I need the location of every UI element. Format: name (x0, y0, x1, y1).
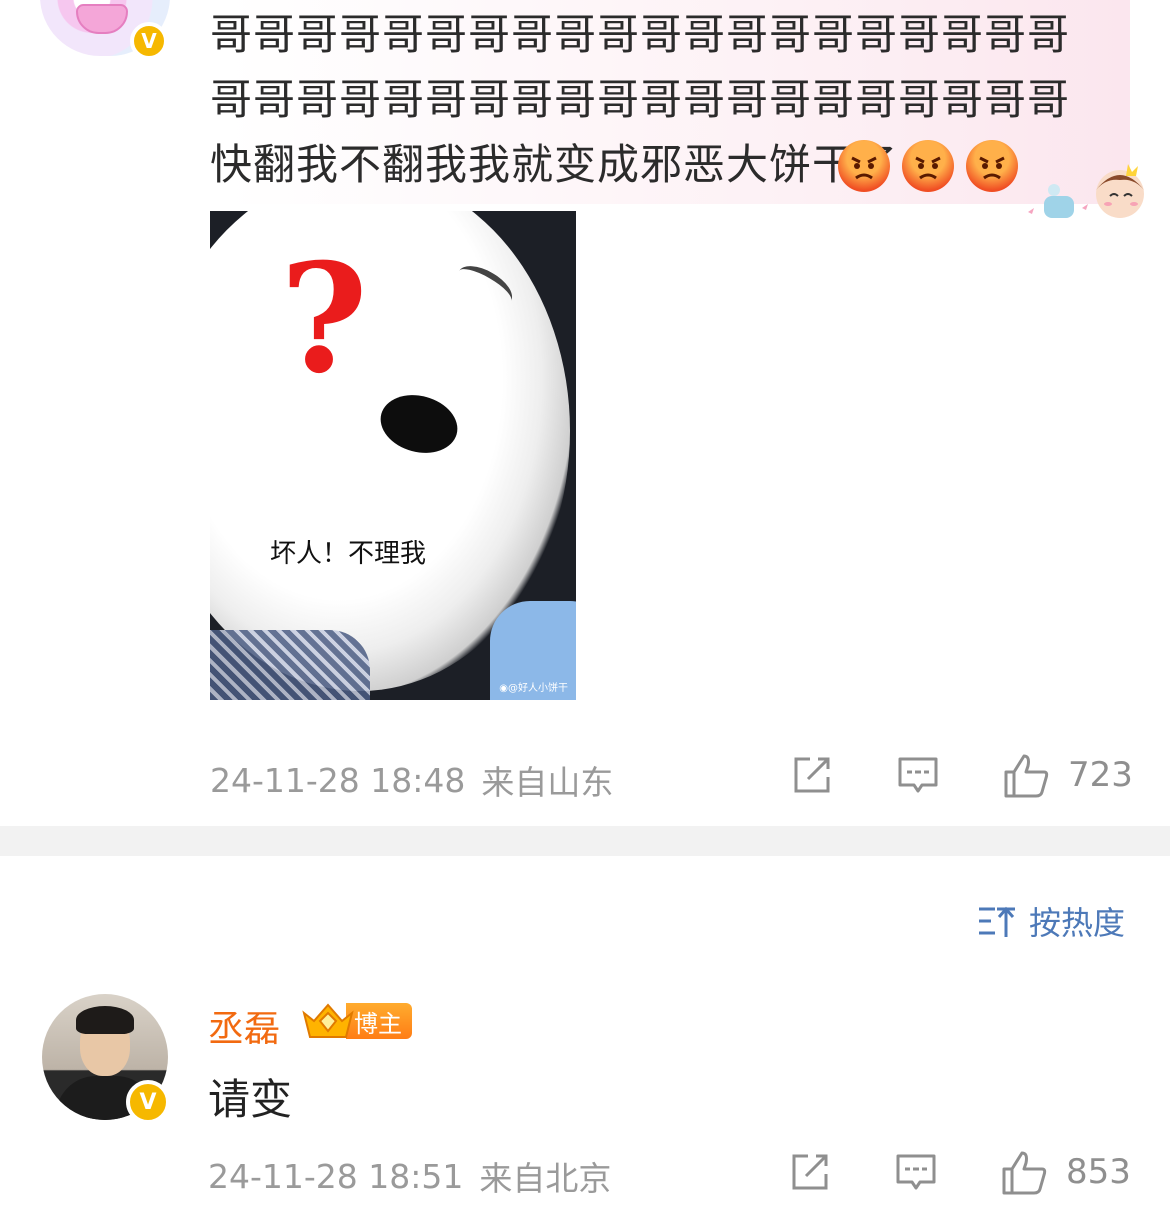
thumbs-up-icon[interactable] (1002, 752, 1050, 798)
post-timestamp: 24-11-28 18:48 (210, 760, 466, 800)
verified-badge-icon: V (130, 22, 168, 60)
post-meta: 24-11-28 18:48 来自山东 (210, 756, 613, 804)
reply-author-name[interactable]: 丞磊 (208, 1000, 280, 1052)
question-mark-overlay: ? (280, 231, 368, 407)
reply-actions: 853 (788, 1149, 1131, 1195)
image-watermark: ◉@好人小饼干 (499, 683, 568, 694)
cartoon-sticker-icon (1028, 164, 1144, 218)
author-badge: 博主 (300, 999, 412, 1043)
thumbs-up-icon[interactable] (1000, 1149, 1048, 1195)
post-image[interactable]: ? 坏人！不理我 ◉@好人小饼干 (210, 211, 576, 700)
post-actions: 723 (790, 752, 1133, 798)
verified-badge-icon: V (126, 1080, 170, 1124)
reply-meta: 24-11-28 18:51 来自北京 (208, 1152, 611, 1200)
like-count: 723 (1068, 755, 1133, 795)
reply-location: 来自北京 (479, 1159, 612, 1198)
share-icon[interactable] (788, 1150, 832, 1194)
avatar-figure (76, 1006, 134, 1034)
section-divider (0, 826, 1170, 856)
angry-face-icon (838, 140, 890, 192)
angry-face-icon (902, 140, 954, 192)
plush-detail (210, 630, 370, 700)
reply-text: 请变 (208, 1075, 293, 1124)
angry-face-icon (966, 140, 1018, 192)
angry-emoji-group (838, 140, 1018, 192)
sort-label: 按热度 (1028, 904, 1125, 942)
crown-gem-icon (302, 1003, 354, 1038)
sort-by-hot-button[interactable]: 按热度 (977, 898, 1125, 944)
comment-icon[interactable] (896, 753, 940, 797)
sort-icon (978, 906, 1015, 937)
comment-icon[interactable] (894, 1150, 938, 1194)
reply-timestamp: 24-11-28 18:51 (208, 1156, 464, 1196)
like-count: 853 (1066, 1152, 1131, 1192)
image-caption: 坏人！不理我 (270, 539, 427, 569)
post-location: 来自山东 (481, 763, 614, 802)
share-icon[interactable] (790, 753, 834, 797)
